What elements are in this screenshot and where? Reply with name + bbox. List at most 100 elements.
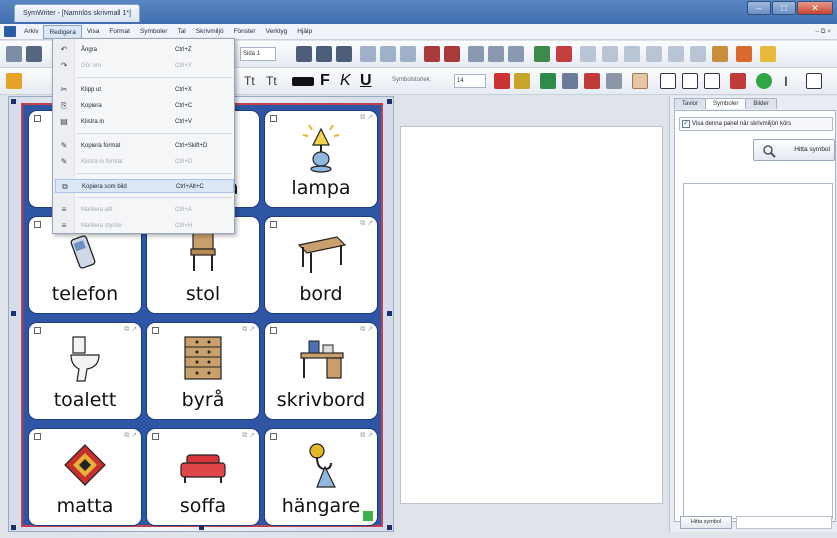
align-right-icon[interactable]	[336, 46, 352, 62]
cell-options-icon[interactable]: ⧉ ↗	[124, 325, 137, 334]
menu-format[interactable]: Format	[104, 25, 135, 39]
align-center-icon[interactable]	[316, 46, 332, 62]
cell-icon[interactable]	[646, 46, 662, 62]
cell-checkbox[interactable]	[152, 327, 159, 334]
mdi-controls[interactable]: – ⧉ ×	[815, 28, 831, 36]
cell-checkbox[interactable]	[152, 433, 159, 440]
menu-arkiv[interactable]: Arkiv	[19, 25, 43, 39]
align-left-icon[interactable]	[296, 46, 312, 62]
grid-cell[interactable]: ⧉ ↗ skrivbord	[265, 323, 377, 419]
close-button[interactable]: ✕	[797, 1, 833, 15]
show-panel-checkbox[interactable]: ✓	[682, 120, 690, 128]
settings-icon[interactable]	[760, 46, 776, 62]
menu-item-paste[interactable]: ▤ Klistra in Ctrl+V	[55, 115, 234, 129]
text-size-icon[interactable]: Tt	[266, 74, 277, 88]
cell-checkbox[interactable]	[270, 327, 277, 334]
back-icon[interactable]	[682, 73, 698, 89]
cell-options-icon[interactable]: ⧉ ↗	[360, 431, 373, 440]
speak-icon[interactable]	[444, 46, 460, 62]
maximize-button[interactable]: □	[772, 1, 796, 15]
grid-cell[interactable]: ⧉ ↗ lampa	[265, 111, 377, 207]
cell-checkbox[interactable]	[34, 115, 41, 122]
grid-cell[interactable]: ⧉ ↗ bord	[265, 217, 377, 313]
cell-icon[interactable]	[602, 46, 618, 62]
person-icon[interactable]	[632, 73, 648, 89]
menu-symboler[interactable]: Symboler	[135, 25, 172, 39]
cell-checkbox[interactable]	[270, 115, 277, 122]
menu-tal[interactable]: Tal	[172, 25, 190, 39]
resize-handle[interactable]	[387, 525, 392, 530]
text-color-icon[interactable]	[292, 77, 314, 86]
new-icon[interactable]	[6, 46, 22, 62]
grid-cell[interactable]: ⧉ ↗ hängare	[265, 429, 377, 525]
grid-cell[interactable]: ⧉ ↗ byrå	[147, 323, 259, 419]
cell-options-icon[interactable]: ⧉ ↗	[242, 431, 255, 440]
text-cursor-icon[interactable]: I	[784, 72, 788, 90]
cell-checkbox[interactable]	[34, 221, 41, 228]
symbol-results-list[interactable]	[683, 183, 833, 519]
menu-verktyg[interactable]: Verktyg	[261, 25, 293, 39]
menu-skrivmiljo[interactable]: Skrivmiljö	[191, 25, 229, 39]
split-cell-icon[interactable]	[660, 73, 676, 89]
resize-handle[interactable]	[387, 99, 392, 104]
resize-handle[interactable]	[11, 525, 16, 530]
resize-handle[interactable]	[11, 311, 16, 316]
tab-tavlor[interactable]: Tavlor	[674, 98, 707, 109]
symbol-right-icon[interactable]	[514, 73, 530, 89]
menu-item-paste-format[interactable]: ✎ Klistra in format Ctrl+D	[55, 155, 234, 169]
cell-checkbox[interactable]	[270, 433, 277, 440]
cell-options-icon[interactable]: ⧉ ↗	[124, 431, 137, 440]
menu-item-cut[interactable]: ✂ Klipp ut Ctrl+X	[55, 83, 234, 97]
menu-item-copy-format[interactable]: ✎ Kopiera format Ctrl+Skift+D	[55, 139, 234, 153]
cell-icon[interactable]	[690, 46, 706, 62]
bold-button[interactable]: F	[320, 72, 330, 90]
menu-item-select-paragraph[interactable]: ≡ Markera stycke Ctrl+H	[55, 219, 234, 233]
cell-options-icon[interactable]: ⧉ ↗	[242, 325, 255, 334]
hide-symbol-button[interactable]: Hitta symbol	[680, 516, 732, 529]
palette-icon[interactable]	[584, 73, 600, 89]
menu-redigera[interactable]: Redigera	[43, 24, 82, 39]
table-insert-icon[interactable]	[400, 46, 416, 62]
cell-checkbox[interactable]	[270, 221, 277, 228]
menu-item-undo[interactable]: ↶ Ångra Ctrl+Z	[55, 43, 234, 57]
menu-fonster[interactable]: Fönster	[229, 25, 261, 39]
document-page[interactable]	[400, 126, 663, 504]
cell-options-icon[interactable]: ⧉ ↗	[360, 113, 373, 122]
menu-item-copy-as-image[interactable]: ⧉ Kopiera som bild Ctrl+Alt+C	[55, 179, 234, 193]
pointer-icon[interactable]	[806, 73, 822, 89]
page-field[interactable]: Sida 1	[240, 47, 276, 61]
picture-icon[interactable]	[540, 73, 556, 89]
cell-icon[interactable]	[624, 46, 640, 62]
list-icon[interactable]	[380, 46, 396, 62]
italic-button[interactable]: K	[340, 72, 351, 90]
exclamation-icon[interactable]	[704, 73, 720, 89]
menu-visa[interactable]: Visa	[82, 25, 105, 39]
menu-item-copy[interactable]: ⎘ Kopiera Ctrl+C	[55, 99, 234, 113]
face-icon[interactable]	[606, 73, 622, 89]
resize-handle[interactable]	[11, 99, 16, 104]
cell-icon[interactable]	[668, 46, 684, 62]
go-icon[interactable]	[756, 73, 772, 89]
sun-icon[interactable]	[736, 46, 752, 62]
stop-icon[interactable]	[424, 46, 440, 62]
underline-button[interactable]: U	[360, 72, 372, 90]
columns-icon[interactable]	[562, 73, 578, 89]
arrow-icon[interactable]	[730, 73, 746, 89]
link-indicator-icon[interactable]	[362, 510, 374, 522]
symbol-search-field[interactable]	[736, 516, 832, 529]
save-icon[interactable]	[26, 46, 42, 62]
symbol-size-field[interactable]: 14	[454, 74, 486, 88]
text-size-icon[interactable]: Tt	[244, 74, 255, 88]
grid-icon[interactable]	[468, 46, 484, 62]
app-icon[interactable]	[4, 26, 16, 37]
find-symbol-button[interactable]: Hitta symbol	[753, 139, 835, 161]
cell-checkbox[interactable]	[34, 433, 41, 440]
frame-icon[interactable]	[488, 46, 504, 62]
resize-handle[interactable]	[387, 311, 392, 316]
grid-cell[interactable]: ⧉ ↗ soffa	[147, 429, 259, 525]
cell-options-icon[interactable]: ⧉ ↗	[360, 219, 373, 228]
minimize-button[interactable]: –	[747, 1, 771, 15]
chart-icon[interactable]	[508, 46, 524, 62]
resize-handle[interactable]	[199, 525, 204, 530]
grid-cell[interactable]: ⧉ ↗ toalett	[29, 323, 141, 419]
